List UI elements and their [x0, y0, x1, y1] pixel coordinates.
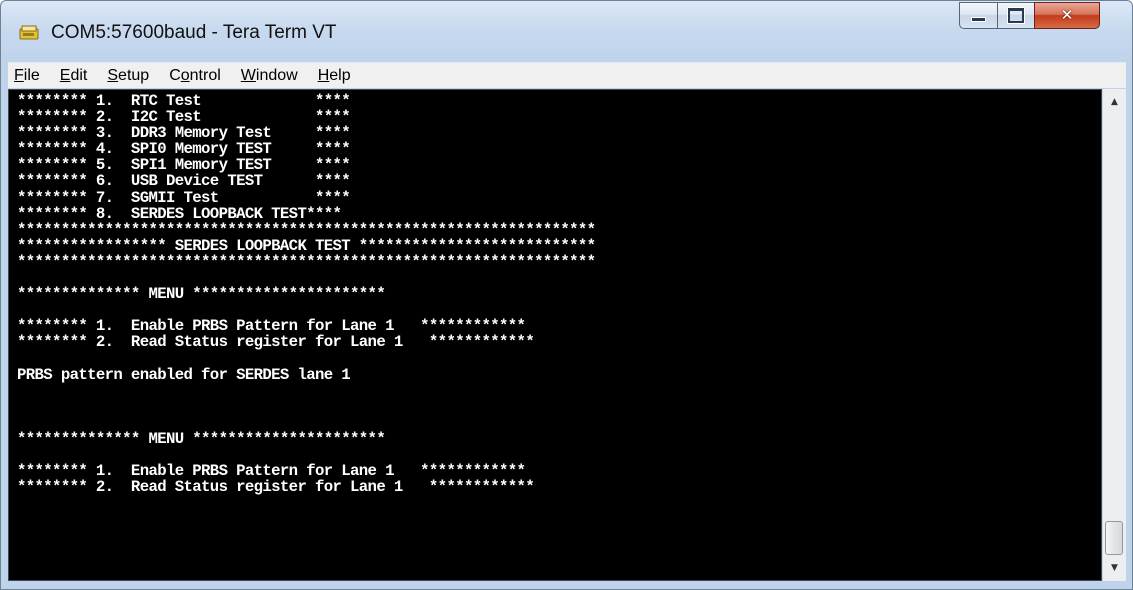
- window-title: COM5:57600baud - Tera Term VT: [51, 22, 337, 43]
- maximize-icon: [1008, 8, 1024, 23]
- terminal-line: ******** 1. Enable PRBS Pattern for Lane…: [17, 462, 526, 481]
- scrollbar-thumb[interactable]: [1105, 521, 1123, 555]
- terminal-line: ************** MENU ********************…: [17, 429, 386, 448]
- minimize-button[interactable]: [959, 2, 998, 29]
- terminal-line: ******** 6. USB Device TEST ****: [17, 172, 351, 191]
- menu-file[interactable]: File: [8, 63, 50, 88]
- terminal-line: ***************** SERDES LOOPBACK TEST *…: [17, 236, 596, 255]
- terminal-line: ******** 7. SGMII Test ****: [17, 188, 351, 207]
- terminal-line: ******** 1. RTC Test ****: [17, 92, 351, 110]
- menu-control[interactable]: Control: [159, 63, 231, 88]
- title-bar[interactable]: COM5:57600baud - Tera Term VT ✕: [1, 1, 1132, 59]
- terminal-screen[interactable]: ******** 1. RTC Test **** ******** 2. I2C…: [8, 89, 1102, 581]
- terminal-output: ******** 1. RTC Test **** ******** 2. I2C…: [17, 92, 596, 497]
- menu-window[interactable]: Window: [231, 63, 308, 88]
- minimize-icon: [971, 16, 986, 22]
- scroll-up-arrow-icon[interactable]: ▲: [1103, 92, 1126, 112]
- terminal-line: ****************************************…: [17, 252, 596, 271]
- terminal-line: ******** 2. Read Status register for Lan…: [17, 478, 535, 497]
- terminal-line: ******** 1. Enable PRBS Pattern for Lane…: [17, 317, 526, 336]
- terminal-line: ******** 2. I2C Test ****: [17, 108, 351, 127]
- close-icon: ✕: [1060, 6, 1074, 24]
- window-bottom-border: [1, 581, 1132, 590]
- vertical-scrollbar[interactable]: ▲ ▼: [1102, 89, 1126, 581]
- terminal-line: ******** 8. SERDES LOOPBACK TEST****: [17, 204, 342, 223]
- terminal-line: PRBS pattern enabled for SERDES lane 1: [17, 365, 351, 384]
- terminal-line: ******** 2. Read Status register for Lan…: [17, 333, 535, 352]
- terminal-line: ****************************************…: [17, 220, 596, 239]
- menu-help[interactable]: Help: [308, 63, 361, 88]
- scroll-down-arrow-icon[interactable]: ▼: [1103, 558, 1126, 578]
- menu-setup[interactable]: Setup: [97, 63, 159, 88]
- maximize-button[interactable]: [997, 2, 1035, 29]
- terminal-line: ******** 3. DDR3 Memory Test ****: [17, 124, 351, 143]
- menu-bar: File Edit Setup Control Window Help: [8, 62, 1126, 88]
- terminal-line: ******** 5. SPI1 Memory TEST ****: [17, 156, 351, 175]
- tera-term-icon: [19, 25, 39, 40]
- terminal-window: COM5:57600baud - Tera Term VT ✕ File Edi…: [0, 0, 1133, 590]
- close-button[interactable]: ✕: [1034, 2, 1100, 29]
- terminal-line: ******** 4. SPI0 Memory TEST ****: [17, 140, 351, 159]
- menu-edit[interactable]: Edit: [50, 63, 98, 88]
- terminal-line: ************** MENU ********************…: [17, 285, 386, 304]
